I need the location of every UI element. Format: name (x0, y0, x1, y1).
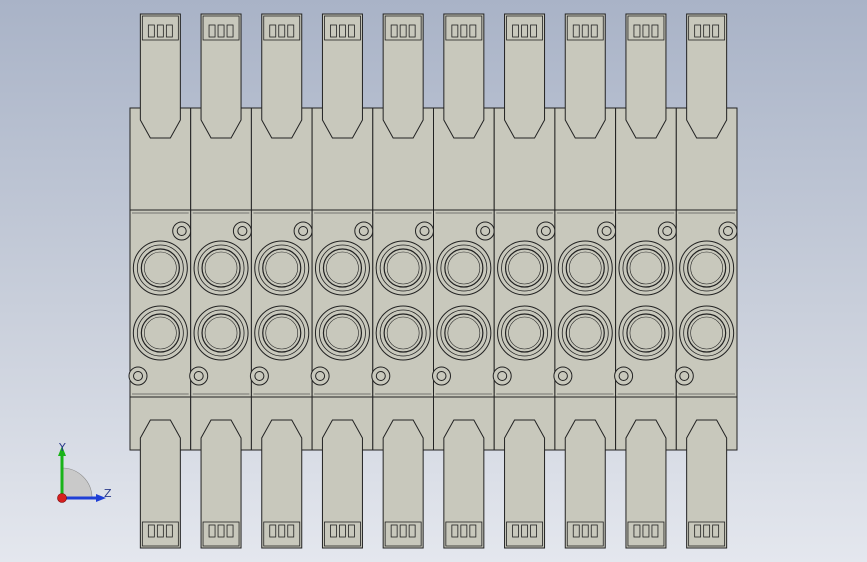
coil-connector-bottom (443, 419, 485, 549)
valve-station-2 (189, 13, 252, 549)
mounting-boss-bottom (432, 366, 451, 386)
valve-station-6 (432, 13, 495, 549)
mounting-boss-bottom (674, 366, 694, 386)
mounting-boss-top (718, 221, 738, 241)
coil-connector-bottom (564, 419, 606, 549)
valve-station-4 (310, 13, 374, 549)
coil-connector-bottom (686, 419, 728, 549)
coil-connector-top (564, 13, 606, 139)
coil-connector-top (200, 13, 242, 139)
axis-triad-quadrant (61, 467, 93, 499)
coil-connector-top (382, 13, 424, 139)
coil-connector-top (686, 13, 728, 139)
x-axis-point (57, 493, 67, 503)
valve-station-3 (249, 13, 313, 549)
axis-triad: Y Z (57, 441, 112, 503)
coil-connector-top (443, 13, 485, 139)
mounting-boss-bottom (128, 366, 148, 386)
coil-connector-bottom (200, 419, 242, 549)
mounting-boss-top (293, 221, 313, 241)
valve-station-8 (553, 13, 617, 549)
valve-station-5 (371, 13, 434, 549)
mounting-boss-top (172, 221, 192, 241)
coil-connector-bottom (504, 419, 546, 549)
coil-connector-bottom (625, 419, 667, 549)
mounting-boss-top (354, 221, 374, 241)
mounting-boss-bottom (492, 366, 512, 386)
mounting-boss-top (597, 221, 617, 241)
y-axis-label: Y (58, 441, 66, 454)
mounting-boss-bottom (614, 366, 634, 386)
coil-connector-bottom (139, 419, 181, 549)
coil-connector-top (321, 13, 363, 139)
coil-connector-top (625, 13, 667, 139)
coil-connector-top (504, 13, 546, 139)
mounting-boss-top (536, 221, 556, 241)
mounting-boss-bottom (553, 366, 573, 386)
valve-manifold-drawing (128, 13, 738, 549)
mounting-boss-top (475, 221, 495, 241)
coil-connector-bottom (321, 419, 363, 549)
coil-connector-bottom (261, 419, 303, 549)
valve-station-9 (614, 13, 677, 549)
cad-viewport[interactable]: Y Z (0, 0, 867, 562)
mounting-boss-bottom (249, 366, 269, 386)
valve-station-7 (492, 13, 556, 549)
mounting-boss-top (657, 221, 677, 241)
z-axis-label: Z (104, 487, 112, 500)
coil-connector-bottom (382, 419, 424, 549)
valve-station-10 (674, 13, 738, 549)
mounting-boss-bottom (189, 366, 209, 386)
coil-connector-top (261, 13, 303, 139)
mounting-boss-bottom (310, 366, 330, 386)
mounting-boss-top (415, 221, 434, 241)
valve-station-1 (128, 13, 192, 549)
mounting-boss-bottom (371, 366, 391, 386)
coil-connector-top (139, 13, 181, 139)
mounting-boss-top (232, 221, 252, 241)
